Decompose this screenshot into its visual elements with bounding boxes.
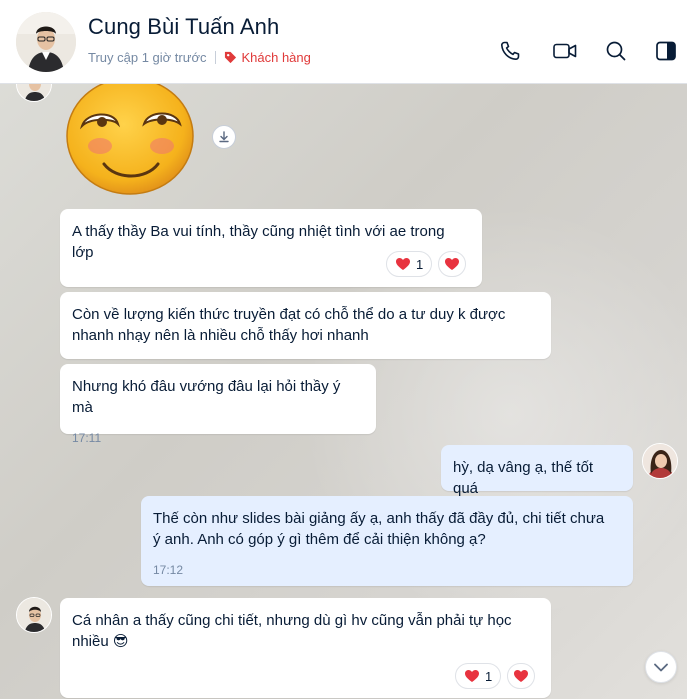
status-divider bbox=[215, 51, 217, 64]
message-reactions: 1 bbox=[455, 663, 536, 689]
sender-avatar[interactable] bbox=[16, 597, 52, 633]
customer-tag-label: Khách hàng bbox=[241, 50, 311, 65]
my-message-bubble[interactable]: hỳ, dạ vâng ạ, thế tốt quá bbox=[441, 445, 633, 497]
phone-icon[interactable] bbox=[498, 39, 522, 63]
react-heart-button[interactable] bbox=[507, 663, 536, 689]
heart-icon bbox=[465, 670, 479, 682]
heart-icon bbox=[514, 670, 529, 682]
message-time: 17:11 bbox=[72, 431, 102, 445]
smiling-face-sticker[interactable] bbox=[66, 84, 196, 198]
message-time: 17:12 bbox=[153, 563, 184, 577]
react-heart-button[interactable] bbox=[438, 251, 467, 277]
message-text: Cá nhân a thấy cũng chi tiết, nhưng dù g… bbox=[72, 610, 522, 652]
my-avatar[interactable] bbox=[642, 443, 678, 479]
last-seen-text: Truy cập 1 giờ trước bbox=[88, 50, 207, 65]
my-message-bubble[interactable]: Thế còn như slides bài giảng ấy ạ, anh t… bbox=[141, 496, 633, 586]
search-icon[interactable] bbox=[604, 39, 628, 63]
customer-tag[interactable]: Khách hàng bbox=[224, 50, 311, 65]
download-icon bbox=[219, 131, 229, 143]
reaction-summary[interactable]: 1 bbox=[455, 663, 502, 689]
message-bubble[interactable]: Nhưng khó đâu vướng đâu lại hỏi thầy ý m… bbox=[60, 364, 376, 445]
reaction-count: 1 bbox=[416, 256, 424, 272]
message-text: Thế còn như slides bài giảng ấy ạ, anh t… bbox=[153, 510, 605, 548]
message-text: hỳ, dạ vâng ạ, thế tốt quá bbox=[453, 459, 594, 497]
contact-avatar[interactable] bbox=[16, 12, 76, 72]
reaction-summary[interactable]: 1 bbox=[386, 251, 433, 277]
download-sticker-button[interactable] bbox=[212, 125, 236, 149]
heart-icon bbox=[445, 258, 460, 270]
message-bubble[interactable]: Còn về lượng kiến thức truyền đạt có chỗ… bbox=[60, 292, 551, 359]
tag-icon bbox=[225, 51, 237, 64]
contact-status: Truy cập 1 giờ trước Khách hàng bbox=[88, 50, 311, 65]
heart-icon bbox=[396, 258, 410, 270]
scroll-to-bottom-button[interactable] bbox=[645, 651, 677, 683]
message-list[interactable]: A thấy thầy Ba vui tính, thầy cũng nhiệt… bbox=[0, 84, 687, 699]
message-reactions: 1 bbox=[386, 251, 467, 277]
message-text-content: Cá nhân a thấy cũng chi tiết, nhưng dù g… bbox=[72, 612, 512, 650]
sender-avatar[interactable] bbox=[16, 84, 52, 102]
message-text: Còn về lượng kiến thức truyền đạt có chỗ… bbox=[72, 306, 506, 344]
contact-name[interactable]: Cung Bùi Tuấn Anh bbox=[88, 14, 279, 40]
sunglasses-emoji: 😎 bbox=[112, 632, 129, 650]
message-text: Nhưng khó đâu vướng đâu lại hỏi thầy ý m… bbox=[72, 378, 341, 416]
chat-header: Cung Bùi Tuấn Anh Truy cập 1 giờ trước K… bbox=[0, 0, 687, 84]
video-call-icon[interactable] bbox=[552, 39, 578, 63]
sidebar-toggle-icon[interactable] bbox=[654, 39, 678, 63]
reaction-count: 1 bbox=[485, 668, 493, 684]
chevron-down-icon bbox=[654, 663, 668, 671]
